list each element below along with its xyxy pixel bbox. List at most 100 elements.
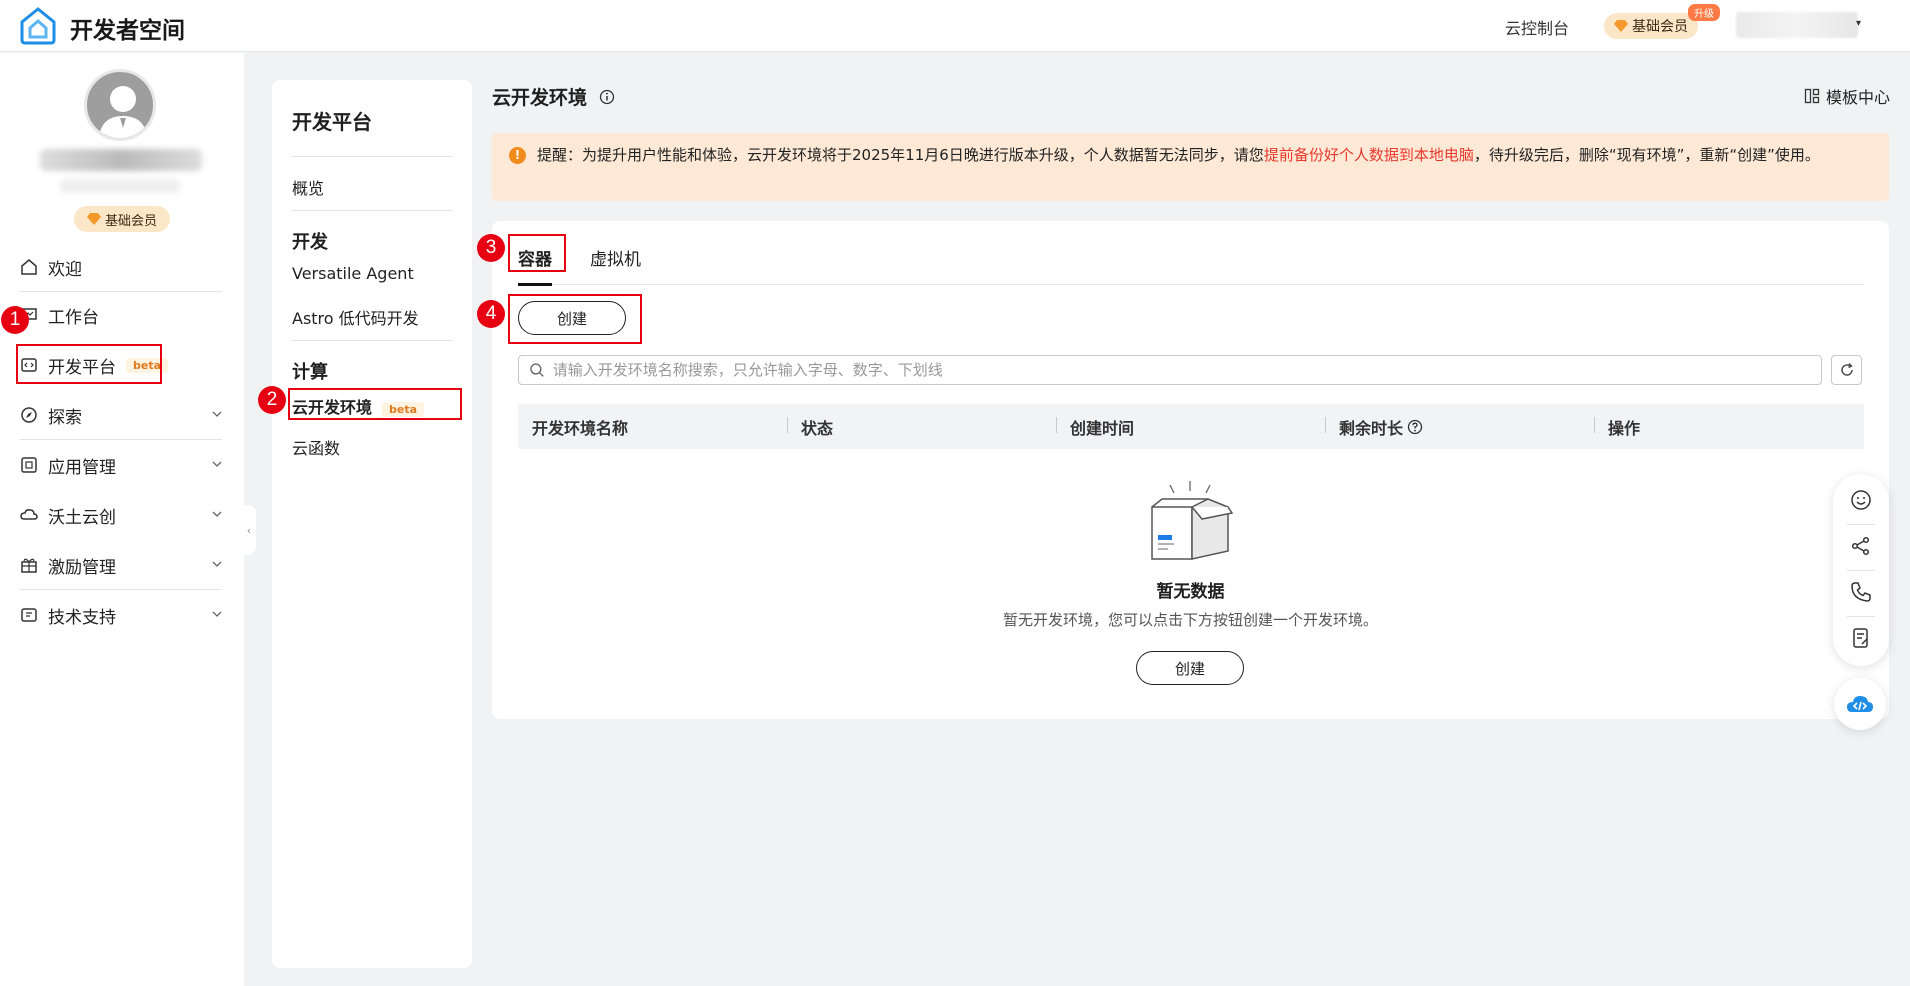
refresh-icon: [1840, 363, 1853, 376]
help-icon[interactable]: [1407, 419, 1423, 435]
refresh-button[interactable]: [1831, 355, 1862, 385]
phone-icon[interactable]: [1849, 580, 1873, 604]
sidebar: 基础会员 欢迎 工作台 开发平台 beta 探索 应用管理 沃土云创 激励管理 …: [0, 53, 244, 986]
search-bar[interactable]: [518, 355, 1822, 385]
sidebar-member-label: 基础会员: [104, 213, 157, 229]
search-icon: [530, 363, 544, 377]
annotation-box-3: [508, 234, 566, 272]
app-icon: [20, 456, 38, 474]
tab-active-indicator: [518, 283, 552, 286]
sidebar-item-wotu[interactable]: 沃土云创: [20, 497, 224, 533]
username-blurred: [40, 149, 202, 171]
member-label: 基础会员: [1632, 19, 1688, 35]
smile-feedback-icon[interactable]: [1849, 488, 1873, 512]
notice-prefix: 提醒：为提升用户性能和体验，云开发环境将于2025年11月6日晚进行版本升级，个…: [537, 146, 1264, 164]
info-icon[interactable]: [599, 89, 615, 105]
collapse-sidebar-button[interactable]: ‹: [242, 505, 256, 555]
user-avatar-icon: [99, 86, 147, 138]
warning-icon: !: [509, 147, 526, 164]
divider: [20, 439, 222, 440]
gift-icon: [20, 556, 38, 574]
column-header: 创建时间: [1056, 415, 1325, 439]
document-edit-icon[interactable]: [1849, 626, 1873, 650]
empty-create-button[interactable]: 创建: [1136, 651, 1244, 685]
chevron-down-icon[interactable]: ▾: [1856, 18, 1861, 29]
sidebar-item-label: 探索: [48, 407, 82, 428]
user-id-blurred: [60, 179, 180, 193]
cloud-code-button[interactable]: [1834, 678, 1886, 730]
top-bar: 开发者空间 云控制台 基础会员 升级 ▾: [0, 0, 1910, 52]
empty-state-title: 暂无数据: [1156, 582, 1225, 602]
divider: [292, 340, 452, 341]
member-badge[interactable]: 基础会员: [1604, 13, 1698, 39]
chevron-down-icon: [212, 511, 222, 517]
annotation-marker-2: 2: [258, 386, 286, 414]
sidebar-item-welcome[interactable]: 欢迎: [20, 249, 224, 285]
env-card: 容器 虚拟机 创建 开发环境名称 状态 创建时间 剩余时长 操作 暂无数据 暂无…: [492, 221, 1889, 719]
cloud-console-link[interactable]: 云控制台: [1505, 15, 1569, 39]
page-title: 云开发环境: [492, 83, 615, 110]
divider: [1847, 524, 1875, 525]
subnav-heading-dev: 开发: [292, 232, 328, 253]
upgrade-badge[interactable]: 升级: [1688, 4, 1720, 21]
sidebar-item-label: 技术支持: [48, 607, 116, 628]
sidebar-item-label: 欢迎: [48, 259, 82, 280]
share-icon[interactable]: [1849, 534, 1873, 558]
chevron-down-icon: [212, 561, 222, 567]
home-icon: [20, 258, 38, 276]
annotation-box-4: [508, 294, 642, 344]
upgrade-notice: ! 提醒：为提升用户性能和体验，云开发环境将于2025年11月6日晚进行版本升级…: [492, 133, 1889, 201]
template-center-label: 模板中心: [1826, 88, 1891, 107]
annotation-box-1: [16, 344, 162, 384]
subnav-heading-compute: 计算: [292, 362, 328, 383]
sidebar-item-label: 沃土云创: [48, 507, 116, 528]
brand-title[interactable]: 开发者空间: [70, 11, 185, 45]
user-menu[interactable]: [1736, 12, 1858, 38]
annotation-marker-4: 4: [477, 300, 505, 328]
empty-box-icon: [1151, 481, 1234, 560]
sidebar-item-label: 应用管理: [48, 457, 116, 478]
diamond-icon: [86, 213, 101, 225]
sidebar-item-label: 工作台: [48, 307, 99, 328]
divider: [1847, 570, 1875, 571]
annotation-marker-1: 1: [1, 306, 29, 334]
subnav-item-cloud-function[interactable]: 云函数: [292, 435, 340, 459]
subnav-item-versatile-agent[interactable]: Versatile Agent: [292, 264, 414, 283]
sidebar-item-tech-support[interactable]: 技术支持: [20, 597, 224, 633]
developer-space-logo-icon[interactable]: [18, 6, 58, 46]
column-header: 状态: [787, 415, 1056, 439]
tab-vm[interactable]: 虚拟机: [590, 245, 641, 270]
explore-icon: [20, 406, 38, 424]
sidebar-item-app-management[interactable]: 应用管理: [20, 447, 224, 483]
page-title-text: 云开发环境: [492, 87, 588, 109]
cloud-icon: [20, 506, 38, 524]
template-center-link[interactable]: 模板中心: [1804, 84, 1890, 108]
subnav-item-overview[interactable]: 概览: [292, 175, 324, 199]
notice-suffix: ，待升级完后，删除“现有环境”，重新“创建”使用。: [1473, 146, 1820, 164]
annotation-marker-3: 3: [477, 234, 505, 262]
sidebar-member-badge[interactable]: 基础会员: [74, 206, 170, 232]
template-icon: [1804, 88, 1820, 104]
divider: [20, 589, 222, 590]
diamond-icon: [1614, 20, 1628, 32]
sub-navigation: 开发平台 概览 开发 Versatile Agent Astro 低代码开发 计…: [272, 80, 472, 968]
table-header: 开发环境名称 状态 创建时间 剩余时长 操作: [518, 404, 1864, 449]
avatar[interactable]: [84, 69, 156, 141]
annotation-box-2: [288, 388, 462, 420]
backup-link[interactable]: 提前备份好个人数据到本地电脑: [1264, 146, 1474, 164]
tab-divider: [518, 284, 1864, 285]
subnav-item-astro[interactable]: Astro 低代码开发: [292, 305, 419, 329]
empty-state-description: 暂无开发环境，您可以点击下方按钮创建一个开发环境。: [1002, 611, 1378, 629]
column-header: 操作: [1594, 415, 1863, 439]
search-input[interactable]: [552, 361, 1821, 379]
support-icon: [20, 606, 38, 624]
sidebar-item-label: 激励管理: [48, 557, 116, 578]
cloud-code-icon: [1847, 696, 1873, 712]
sidebar-item-explore[interactable]: 探索: [20, 397, 224, 433]
divider: [292, 210, 452, 211]
sidebar-item-incentive[interactable]: 激励管理: [20, 547, 224, 583]
divider: [20, 291, 222, 292]
chevron-down-icon: [212, 461, 222, 467]
divider: [1847, 616, 1875, 617]
sidebar-item-workbench[interactable]: 工作台: [20, 297, 224, 333]
